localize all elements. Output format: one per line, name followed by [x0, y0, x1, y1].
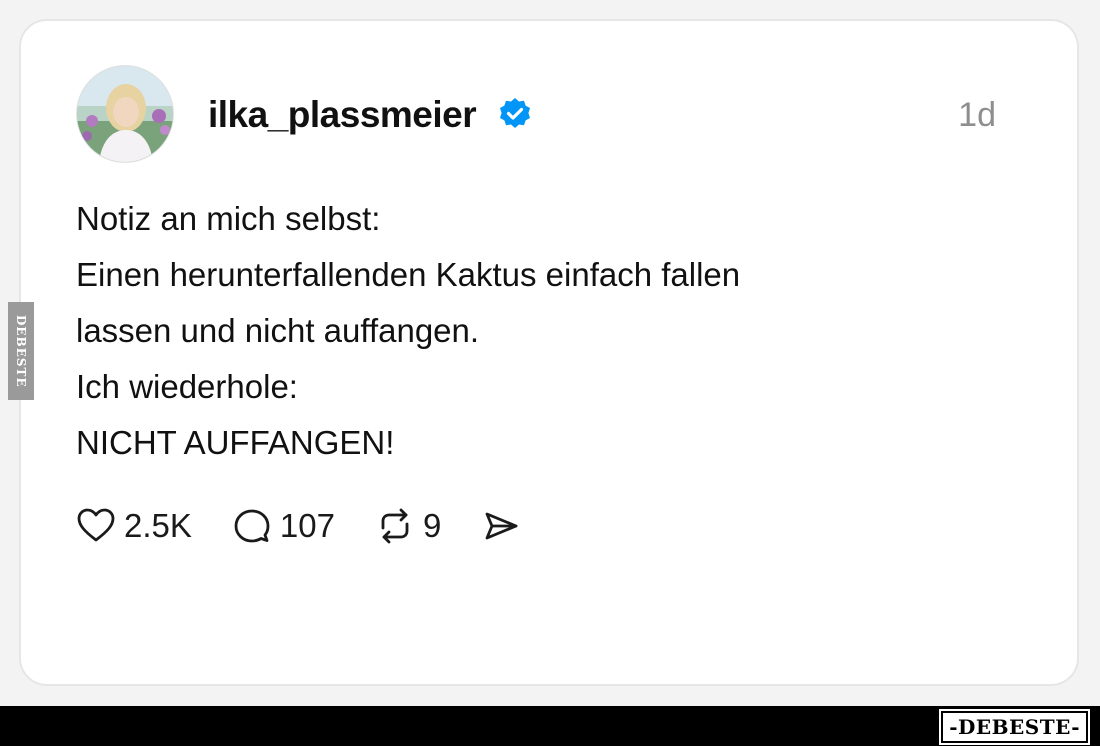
heart-icon: [77, 508, 115, 542]
post-text-line: lassen und nicht auffangen.: [76, 312, 480, 349]
avatar[interactable]: [76, 65, 174, 163]
post-text-line: Einen herunterfallenden Kaktus einfach f…: [76, 256, 741, 293]
share-button[interactable]: [481, 506, 521, 546]
post-card: ilka_plassmeier 1d Notiz an mich selbst:…: [19, 19, 1079, 686]
side-watermark: DEBESTE: [8, 302, 34, 400]
like-count: 2.5K: [124, 507, 192, 544]
page: ilka_plassmeier 1d Notiz an mich selbst:…: [0, 0, 1100, 746]
post-text-line: NICHT AUFFANGEN!: [76, 424, 395, 461]
repost-button[interactable]: 9: [375, 506, 441, 546]
send-icon: [485, 512, 518, 540]
post-text: Notiz an mich selbst: Einen herunterfall…: [76, 191, 976, 471]
post-text-line: Ich wiederhole:: [76, 368, 298, 405]
comment-button[interactable]: 107: [232, 506, 335, 546]
post-text-line: Notiz an mich selbst:: [76, 200, 381, 237]
avatar-image: [77, 66, 173, 162]
username[interactable]: ilka_plassmeier: [208, 93, 477, 137]
repost-icon: [381, 508, 409, 544]
timestamp: 1d: [958, 96, 996, 134]
bottom-bar: -DEBESTE-: [0, 706, 1100, 746]
post-header: ilka_plassmeier 1d: [76, 65, 996, 165]
like-button[interactable]: 2.5K: [76, 506, 192, 546]
comment-count: 107: [279, 507, 335, 544]
brand-logo: -DEBESTE-: [939, 709, 1090, 745]
comment-bubble-icon: [234, 509, 270, 543]
repost-count: 9: [422, 507, 442, 544]
verified-badge-icon: [500, 98, 530, 128]
action-bar: 2.5K 107 9: [76, 501, 561, 551]
